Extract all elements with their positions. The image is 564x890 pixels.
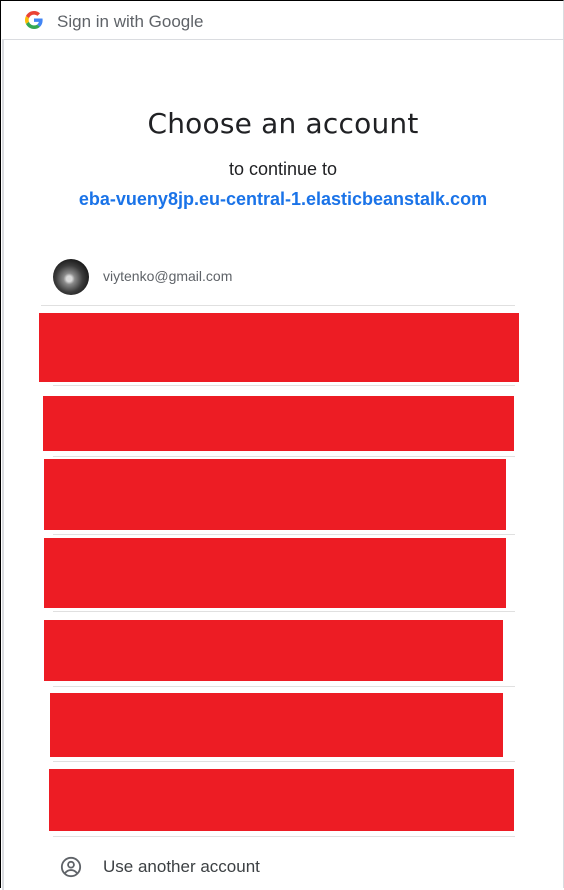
list-divider [53, 534, 515, 535]
list-divider [53, 836, 515, 837]
app-domain-link[interactable]: eba-vueny8jp.eu-central-1.elasticbeansta… [1, 189, 564, 210]
list-divider [53, 761, 515, 762]
use-another-account-label: Use another account [103, 857, 260, 876]
list-divider [53, 385, 515, 386]
redacted-account-item[interactable] [44, 620, 503, 681]
signin-window: Sign in with Google Choose an account to… [0, 0, 564, 890]
redacted-account-item[interactable] [43, 396, 514, 451]
list-divider [53, 686, 515, 687]
person-circle-icon [60, 856, 82, 878]
page-title: Choose an account [147, 107, 419, 140]
redacted-account-item[interactable] [44, 459, 506, 530]
list-divider [53, 611, 515, 612]
google-g-icon [25, 11, 43, 29]
avatar [53, 259, 89, 295]
page-subtitle: to continue to [228, 159, 338, 179]
account-item[interactable]: viytenko@gmail.com [41, 249, 515, 306]
header-bar: Sign in with Google [2, 2, 564, 40]
header-title: Sign in with Google [57, 12, 204, 31]
list-divider [53, 456, 515, 457]
account-email: viytenko@gmail.com [103, 268, 233, 284]
redacted-account-item[interactable] [50, 693, 503, 757]
redacted-account-item[interactable] [39, 313, 519, 382]
redacted-account-item[interactable] [44, 538, 506, 608]
use-another-account-button[interactable]: Use another account [41, 839, 515, 889]
redacted-account-item[interactable] [49, 769, 514, 831]
